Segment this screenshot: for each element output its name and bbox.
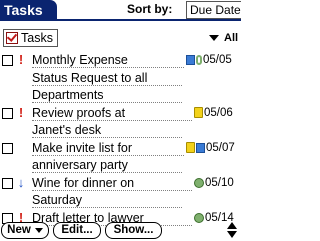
task-checkbox[interactable] [2, 107, 13, 119]
show-button-label: Show... [113, 224, 154, 236]
filter-label: All [224, 32, 239, 44]
task-description[interactable]: Saturday [32, 192, 82, 208]
task-description[interactable]: anniversary party [32, 157, 128, 173]
task-description[interactable]: Wine for dinner on [32, 175, 134, 191]
low-priority-icon: ↓ [17, 174, 25, 190]
due-date[interactable]: 05/05 [203, 52, 232, 68]
due-date[interactable]: 05/07 [206, 140, 235, 156]
alarm-icon [194, 177, 204, 188]
high-priority-icon: ! [18, 52, 24, 67]
task-meta: 05/06 [194, 105, 233, 121]
tasks-check-icon [6, 32, 18, 44]
task-description[interactable]: Make invite list for [32, 140, 132, 156]
dropdown-arrow-icon [209, 35, 219, 41]
task-meta: 05/07 [186, 140, 235, 156]
task-checkbox[interactable] [2, 142, 13, 154]
task-description[interactable]: Monthly Expense [32, 52, 128, 68]
sort-dropdown[interactable]: Due Date [186, 1, 241, 19]
alarm-icon [194, 212, 204, 223]
high-priority-icon: ! [18, 104, 24, 120]
task-description[interactable]: Review proofs at [32, 105, 125, 121]
category-row: Tasks All [0, 27, 241, 47]
edit-button-label: Edit... [61, 224, 93, 236]
filter-dropdown[interactable]: All [209, 32, 238, 44]
task-description[interactable]: Janet's desk [32, 122, 101, 138]
task-line[interactable]: ! Monthly Expense 05/05 [0, 51, 241, 69]
due-date[interactable]: 05/10 [205, 175, 234, 191]
task-line[interactable]: Make invite list for 05/07 [0, 139, 241, 157]
command-bar: New Edit... Show... [0, 222, 241, 241]
task-line[interactable]: Saturday [0, 191, 241, 209]
category-label: Tasks [21, 31, 53, 45]
task-line[interactable]: ! Review proofs at 05/06 [0, 104, 241, 122]
tasks-screen: Tasks Sort by: Due Date Tasks All ! Month… [0, 0, 241, 241]
scroll-up-icon[interactable] [227, 222, 237, 229]
show-button[interactable]: Show... [105, 222, 162, 239]
calendar-icon [196, 142, 205, 153]
title-bar: Tasks Sort by: Due Date [0, 0, 241, 24]
scroll-down-icon[interactable] [227, 231, 237, 238]
task-line[interactable]: Status Request to all [0, 69, 241, 87]
task-line[interactable]: Departments [0, 86, 241, 104]
task-description[interactable]: Status Request to all [32, 70, 147, 86]
edit-button[interactable]: Edit... [53, 222, 101, 239]
task-line[interactable]: anniversary party [0, 156, 241, 174]
new-button[interactable]: New [1, 222, 49, 239]
scroll-arrows[interactable] [226, 222, 238, 239]
task-checkbox[interactable] [2, 177, 13, 189]
note-icon [194, 107, 203, 118]
app-title[interactable]: Tasks [0, 0, 57, 21]
calendar-icon [186, 55, 195, 65]
task-meta: 05/10 [194, 175, 234, 191]
link-icon [196, 55, 202, 65]
dropdown-arrow-icon [34, 228, 43, 233]
due-date[interactable]: 05/06 [204, 105, 233, 121]
task-checkbox[interactable] [2, 55, 13, 66]
task-line[interactable]: ↓ Wine for dinner on 05/10 [0, 174, 241, 192]
task-description[interactable]: Departments [32, 87, 104, 103]
task-meta: 05/05 [186, 52, 232, 68]
category-selector[interactable]: Tasks [3, 29, 58, 47]
task-line[interactable]: Janet's desk [0, 121, 241, 139]
sort-label: Sort by: [127, 2, 173, 16]
note-icon [186, 142, 195, 153]
new-button-label: New [7, 224, 31, 236]
